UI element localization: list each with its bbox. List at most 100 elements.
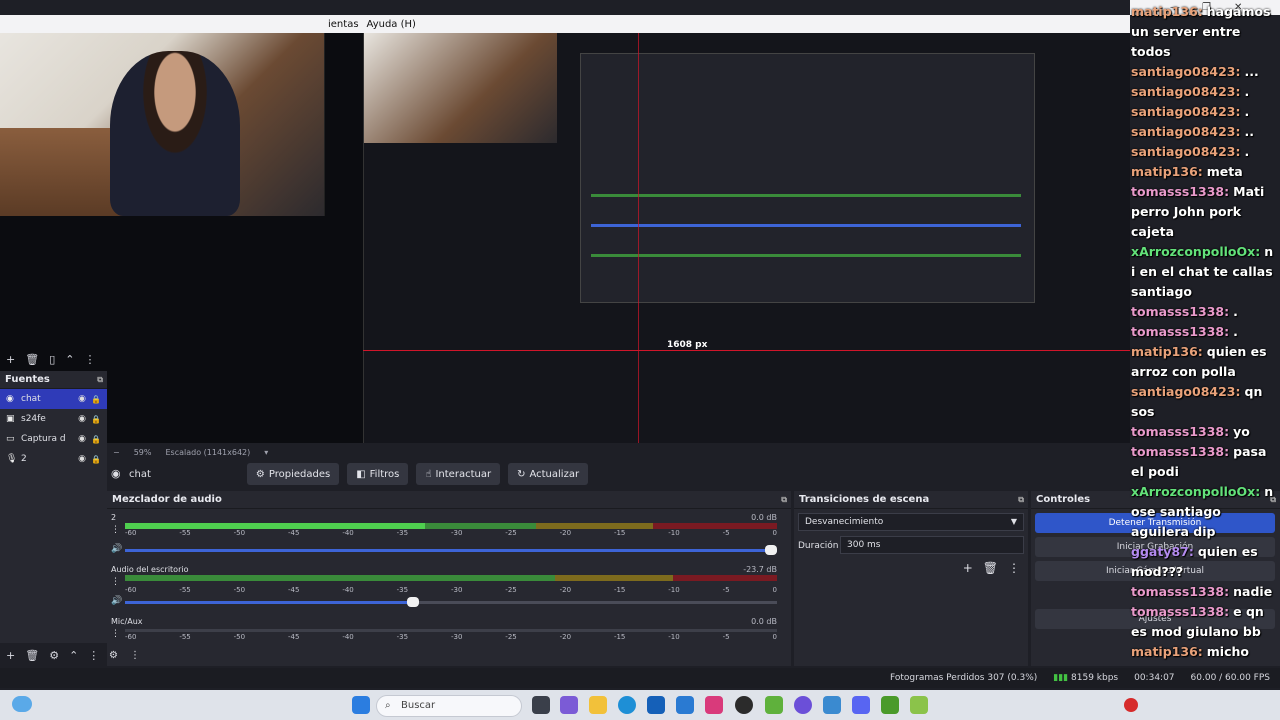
- filter-icon[interactable]: ▯: [49, 353, 55, 366]
- search-placeholder: Buscar: [401, 700, 436, 711]
- menu-item-help[interactable]: Ayuda (H): [367, 19, 416, 30]
- task-view-icon[interactable]: [532, 696, 550, 714]
- more-icon[interactable]: ⋮: [111, 629, 120, 639]
- mail-icon[interactable]: [676, 696, 694, 714]
- volume-knob[interactable]: [407, 597, 419, 607]
- source-item-s24fe[interactable]: ▣ s24fe ◉ 🔒: [0, 409, 107, 429]
- lock-icon[interactable]: 🔒: [91, 435, 101, 444]
- source-item-mic[interactable]: 🎙 2 ◉ 🔒: [0, 449, 107, 469]
- volume-knob[interactable]: [765, 545, 777, 555]
- interact-button[interactable]: ☝ Interactuar: [416, 463, 501, 485]
- more-icon[interactable]: ⋮: [111, 525, 120, 535]
- discord-icon[interactable]: [852, 696, 870, 714]
- eye-icon[interactable]: ◉: [78, 454, 86, 464]
- scale-tick: -25: [505, 529, 517, 537]
- scale-tick: -5: [722, 586, 730, 594]
- app-icon[interactable]: [823, 696, 841, 714]
- folder-icon[interactable]: [589, 696, 607, 714]
- speaker-icon[interactable]: 🔊: [111, 596, 122, 606]
- scale-tick: -15: [613, 586, 626, 594]
- nested-meter: [591, 254, 1021, 257]
- taskbar: ⌕ Buscar: [0, 690, 1280, 720]
- eye-icon[interactable]: ◉: [78, 434, 86, 444]
- more-icon[interactable]: ⋮: [1008, 561, 1020, 575]
- scale-tick: -20: [559, 586, 572, 594]
- app-icon[interactable]: [794, 696, 812, 714]
- eye-icon[interactable]: ◉: [78, 394, 86, 404]
- edge-icon[interactable]: [618, 696, 636, 714]
- store-icon[interactable]: [647, 696, 665, 714]
- trash-icon[interactable]: 🗑: [983, 561, 998, 575]
- scale-tick: -45: [287, 633, 300, 641]
- lock-icon[interactable]: 🔒: [91, 415, 101, 424]
- scale-tick: 0: [772, 529, 777, 537]
- dock-icon[interactable]: ⧉: [97, 371, 103, 389]
- gear-icon[interactable]: ⚙: [109, 650, 118, 661]
- app-icon[interactable]: [910, 696, 928, 714]
- obs-icon[interactable]: [735, 696, 753, 714]
- chat-username: matip136: [1131, 164, 1203, 179]
- start-icon[interactable]: [352, 696, 370, 714]
- scale-tick: -55: [179, 586, 191, 594]
- filter-icon: ◧: [356, 468, 366, 480]
- refresh-icon: ↻: [517, 468, 526, 480]
- chat-username: santiago08423: [1131, 104, 1241, 119]
- transition-select[interactable]: Desvanecimiento ▼: [798, 513, 1024, 531]
- menu-bar: ientas Ayuda (H): [0, 15, 1130, 33]
- chevron-up-icon[interactable]: ⌃: [69, 649, 78, 662]
- more-icon[interactable]: ⋮: [84, 353, 95, 366]
- more-icon[interactable]: ⋮: [88, 649, 99, 662]
- gear-icon[interactable]: ⚙: [49, 649, 59, 662]
- scale-tick: -55: [179, 529, 191, 537]
- chevron-down-icon[interactable]: ▾: [264, 448, 268, 457]
- source-item-chat[interactable]: ◉ chat ◉ 🔒: [0, 389, 107, 409]
- scale-tick: -25: [505, 586, 517, 594]
- game-icon[interactable]: [765, 696, 783, 714]
- chat-message: santiago08423.: [1131, 82, 1276, 102]
- properties-button[interactable]: ⚙ Propiedades: [246, 463, 340, 485]
- trash-icon[interactable]: 🗑: [25, 353, 39, 366]
- scale-tick: -60: [125, 529, 137, 537]
- dock-icon[interactable]: ⧉: [1018, 491, 1024, 509]
- menu-item-tools[interactable]: ientas: [328, 19, 359, 30]
- interact-label: Interactuar: [435, 468, 492, 480]
- filters-button[interactable]: ◧ Filtros: [347, 463, 409, 485]
- camera-icon: ▣: [6, 414, 15, 424]
- minecraft-icon[interactable]: [881, 696, 899, 714]
- chat-text: ...: [1244, 64, 1259, 79]
- refresh-button[interactable]: ↻ Actualizar: [508, 463, 589, 485]
- volume-slider[interactable]: [125, 597, 777, 607]
- add-icon[interactable]: +: [6, 353, 15, 366]
- microphone-icon: 🎙: [6, 454, 18, 464]
- eye-icon[interactable]: ◉: [78, 414, 86, 424]
- scale-tick: -60: [125, 633, 137, 641]
- chat-message: tomasss1338 nadie: [1131, 582, 1276, 602]
- chevron-up-icon[interactable]: ⌃: [65, 353, 74, 366]
- meter-scale: -60 -55 -50 -45 -40 -35 -30 -25 -20 -15 -10 -5 0: [125, 529, 777, 537]
- add-icon[interactable]: +: [6, 649, 15, 662]
- widgets-icon[interactable]: [560, 696, 578, 714]
- scale-tick: -40: [342, 633, 354, 641]
- chat-message: matip136quien es arroz con polla: [1131, 342, 1276, 382]
- record-indicator-icon[interactable]: [1124, 698, 1138, 712]
- instagram-icon[interactable]: [705, 696, 723, 714]
- zoom-minus-icon[interactable]: −: [113, 448, 120, 457]
- chat-username: matip136: [1131, 644, 1203, 659]
- trash-icon[interactable]: 🗑: [25, 649, 39, 662]
- dock-icon[interactable]: ⧉: [781, 491, 787, 509]
- speaker-icon[interactable]: 🔊: [111, 544, 122, 554]
- preview-canvas[interactable]: 1608 px: [0, 33, 1130, 443]
- lock-icon[interactable]: 🔒: [91, 395, 101, 404]
- duration-input[interactable]: 300 ms: [840, 536, 1024, 554]
- more-icon[interactable]: ⋮: [130, 650, 140, 661]
- search-box[interactable]: ⌕ Buscar: [376, 695, 522, 717]
- add-icon[interactable]: +: [963, 561, 973, 575]
- zoom-level[interactable]: 59%: [134, 448, 152, 457]
- lock-icon[interactable]: 🔒: [91, 455, 101, 464]
- source-item-capture[interactable]: ▭ Captura d ◉ 🔒: [0, 429, 107, 449]
- chat-text: nadie: [1233, 584, 1273, 599]
- more-icon[interactable]: ⋮: [111, 577, 120, 587]
- source-label: 2: [21, 454, 27, 464]
- weather-icon[interactable]: [12, 696, 32, 712]
- volume-slider[interactable]: [125, 545, 777, 555]
